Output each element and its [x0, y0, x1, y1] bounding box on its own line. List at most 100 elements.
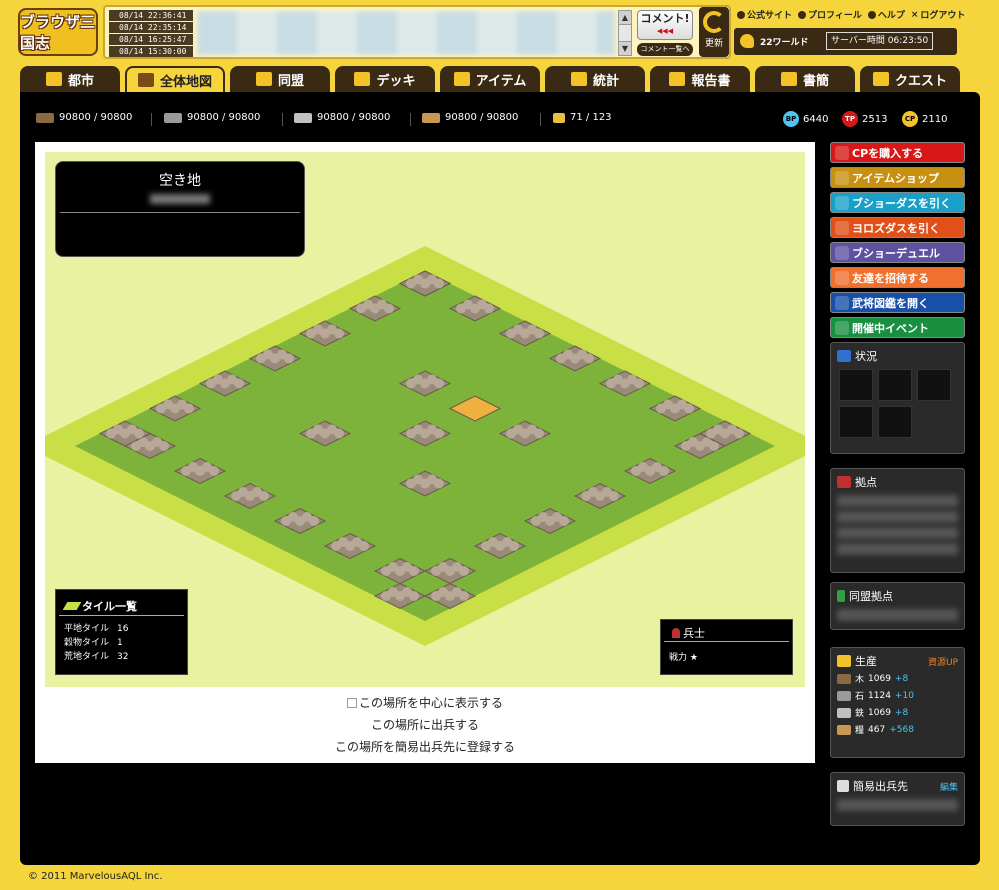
quick-dispatch-panel: 簡易出兵先 編集 — [830, 772, 965, 826]
refresh-button[interactable]: 更新 — [699, 7, 729, 57]
base-item-redacted[interactable] — [837, 527, 958, 539]
game-logo[interactable]: ブラウザ三国志 — [18, 8, 98, 56]
side-buttons: CPを購入する アイテムショップ ブショーダスを引く ヨロズダスを引く ブショーデュエル… — [830, 142, 965, 338]
button-icon — [835, 245, 849, 260]
help-icon — [867, 10, 876, 19]
tab-3[interactable]: デッキ▼ — [335, 66, 435, 101]
resource-bar: 90800 / 90800 90800 / 90800 90800 / 9080… — [32, 110, 966, 128]
map-icon — [346, 698, 357, 708]
base-icon — [837, 476, 851, 488]
tab-7[interactable]: 書簡▼ — [755, 66, 855, 101]
tab-0[interactable]: 都市 — [20, 66, 120, 92]
tab-1[interactable]: 全体地図 — [125, 66, 225, 92]
crossed-swords-icon — [837, 780, 849, 792]
link-logout[interactable]: × ログアウト — [910, 8, 966, 22]
timestamp: 08/14 22:35:14 — [109, 22, 193, 33]
flags-icon — [837, 350, 851, 362]
location-title: 空き地 — [159, 173, 201, 189]
tile-row: 穀物タイル 1 — [64, 638, 123, 648]
side-button-0[interactable]: CPを購入する — [830, 142, 965, 163]
world-name: 22ワールド — [760, 38, 809, 48]
top-links: 公式サイト プロフィール ヘルプ × ログアウト — [737, 8, 965, 21]
stone-icon — [164, 112, 182, 123]
tab-5[interactable]: 統計 — [545, 66, 645, 92]
side-button-7[interactable]: 開催中イベント — [830, 317, 965, 338]
resource-up-link[interactable]: 資源UP — [928, 655, 958, 668]
tab-8[interactable]: クエスト — [860, 66, 960, 92]
side-button-5[interactable]: 友達を招待する — [830, 267, 965, 288]
tile-row: 平地タイル 16 — [64, 624, 129, 634]
comment-timestamps: 08/14 22:36:41 08/14 22:35:14 08/14 16:2… — [109, 10, 193, 58]
troop-title: 兵士 — [664, 620, 789, 642]
button-icon — [835, 295, 849, 310]
production-title: 生産 資源UP — [831, 648, 964, 670]
helmet-icon — [672, 627, 680, 638]
tab-4[interactable]: アイテム▼ — [440, 66, 540, 101]
button-icon — [835, 270, 849, 285]
location-owner-redacted — [150, 194, 210, 204]
side-button-2[interactable]: ブショーダスを引く — [830, 192, 965, 213]
side-button-4[interactable]: ブショーデュエル — [830, 242, 965, 263]
wood-icon — [837, 673, 851, 684]
link-profile[interactable]: プロフィール — [798, 8, 862, 21]
edit-link[interactable]: 編集 — [940, 780, 958, 793]
divider — [151, 113, 152, 126]
world-icon — [740, 34, 754, 48]
map-viewport[interactable]: 空き地 タイル一覧 平地タイル 16 穀物タイル 1 荒地タイル 32 兵士 戦力 ★ — [45, 152, 805, 687]
quick-dispatch-title: 簡易出兵先 編集 — [831, 773, 964, 795]
alliance-base-redacted[interactable] — [837, 609, 958, 621]
location-info-box: 空き地 — [55, 161, 305, 257]
wood-icon — [36, 112, 54, 123]
population-resource: 71 / 123 — [553, 112, 612, 123]
scroll-down-icon[interactable]: ▼ — [619, 41, 631, 55]
status-slot[interactable] — [878, 406, 912, 438]
tab-icon — [669, 72, 686, 86]
tab-icon — [255, 72, 272, 86]
base-item-redacted[interactable] — [837, 511, 958, 523]
tp-points: TP 2513 — [842, 111, 887, 127]
link-official-site[interactable]: 公式サイト — [737, 8, 792, 21]
status-title[interactable]: 状況 — [831, 343, 964, 365]
link-help[interactable]: ヘルプ — [867, 8, 905, 21]
base-item-redacted[interactable] — [837, 543, 958, 555]
logout-icon: × — [910, 9, 919, 20]
comment-scrollbar[interactable]: ▲ ▼ — [618, 10, 632, 56]
bases-title: 拠点 — [831, 469, 964, 491]
alliance-bases-panel: 同盟拠点 — [830, 582, 965, 630]
troop-power: 戦力 ★ — [669, 653, 698, 663]
side-button-3[interactable]: ヨロズダスを引く — [830, 217, 965, 238]
dispatch-target-redacted[interactable] — [837, 799, 958, 811]
status-slot[interactable] — [839, 369, 873, 401]
divider — [60, 212, 300, 213]
stone-resource: 90800 / 90800 — [164, 112, 260, 123]
tab-icon — [354, 72, 371, 86]
tab-2[interactable]: 同盟▼ — [230, 66, 330, 101]
center-map-link[interactable]: この場所を中心に表示する — [35, 695, 815, 717]
iron-icon — [837, 707, 851, 718]
register-dispatch-link[interactable]: この場所を簡易出兵先に登録する — [35, 739, 815, 761]
troop-box: 兵士 戦力 ★ — [660, 619, 793, 675]
right-sidebar: CPを購入する アイテムショップ ブショーダスを引く ヨロズダスを引く ブショーデュエル… — [830, 142, 965, 826]
comment-button[interactable]: コメント! ◀◀◀ — [637, 10, 693, 40]
bp-icon: BP — [783, 111, 799, 127]
tab-6[interactable]: 報告書▼ — [650, 66, 750, 101]
base-item-redacted[interactable] — [837, 495, 958, 507]
map-actions: この場所を中心に表示する この場所に出兵する この場所を簡易出兵先に登録する — [35, 695, 815, 761]
side-button-1[interactable]: アイテムショップ — [830, 167, 965, 188]
tile-list-title: タイル一覧 — [59, 590, 184, 616]
tab-icon — [453, 72, 470, 86]
scroll-up-icon[interactable]: ▲ — [619, 11, 631, 25]
tp-icon: TP — [842, 111, 858, 127]
grain-icon — [422, 112, 440, 123]
status-slot[interactable] — [917, 369, 951, 401]
person-icon — [798, 10, 807, 19]
dispatch-link[interactable]: この場所に出兵する — [35, 717, 815, 739]
copyright: © 2011 MarvelousAQL Inc. — [28, 871, 163, 882]
status-slot[interactable] — [878, 369, 912, 401]
status-slot[interactable] — [839, 406, 873, 438]
grain-resource: 90800 / 90800 — [422, 112, 518, 123]
comment-list-button[interactable]: コメント一覧へ — [637, 43, 693, 56]
home-icon — [737, 10, 745, 19]
side-button-6[interactable]: 武将図鑑を開く — [830, 292, 965, 313]
tab-icon — [872, 72, 889, 86]
